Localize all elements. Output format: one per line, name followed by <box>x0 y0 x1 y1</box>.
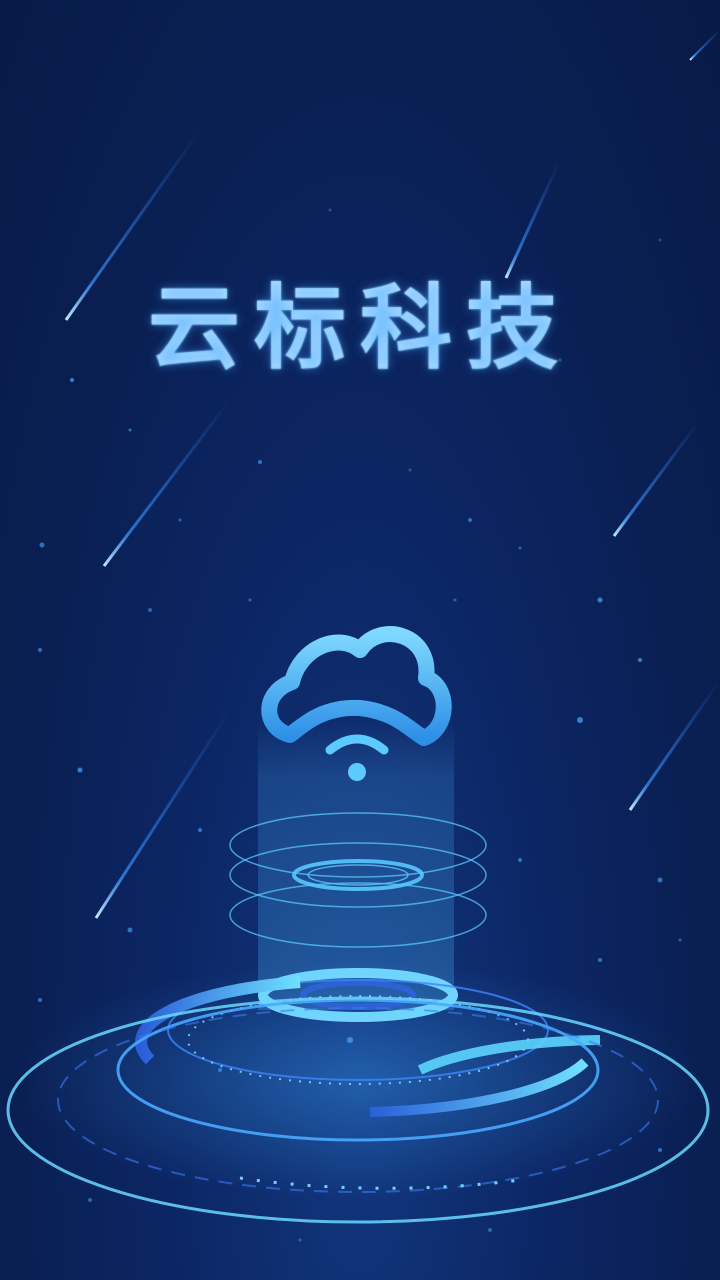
splash-screen: 云标科技 <box>0 0 720 1280</box>
logo-platform-graphic <box>6 626 710 1224</box>
brand-title: 云标科技 <box>0 278 720 379</box>
